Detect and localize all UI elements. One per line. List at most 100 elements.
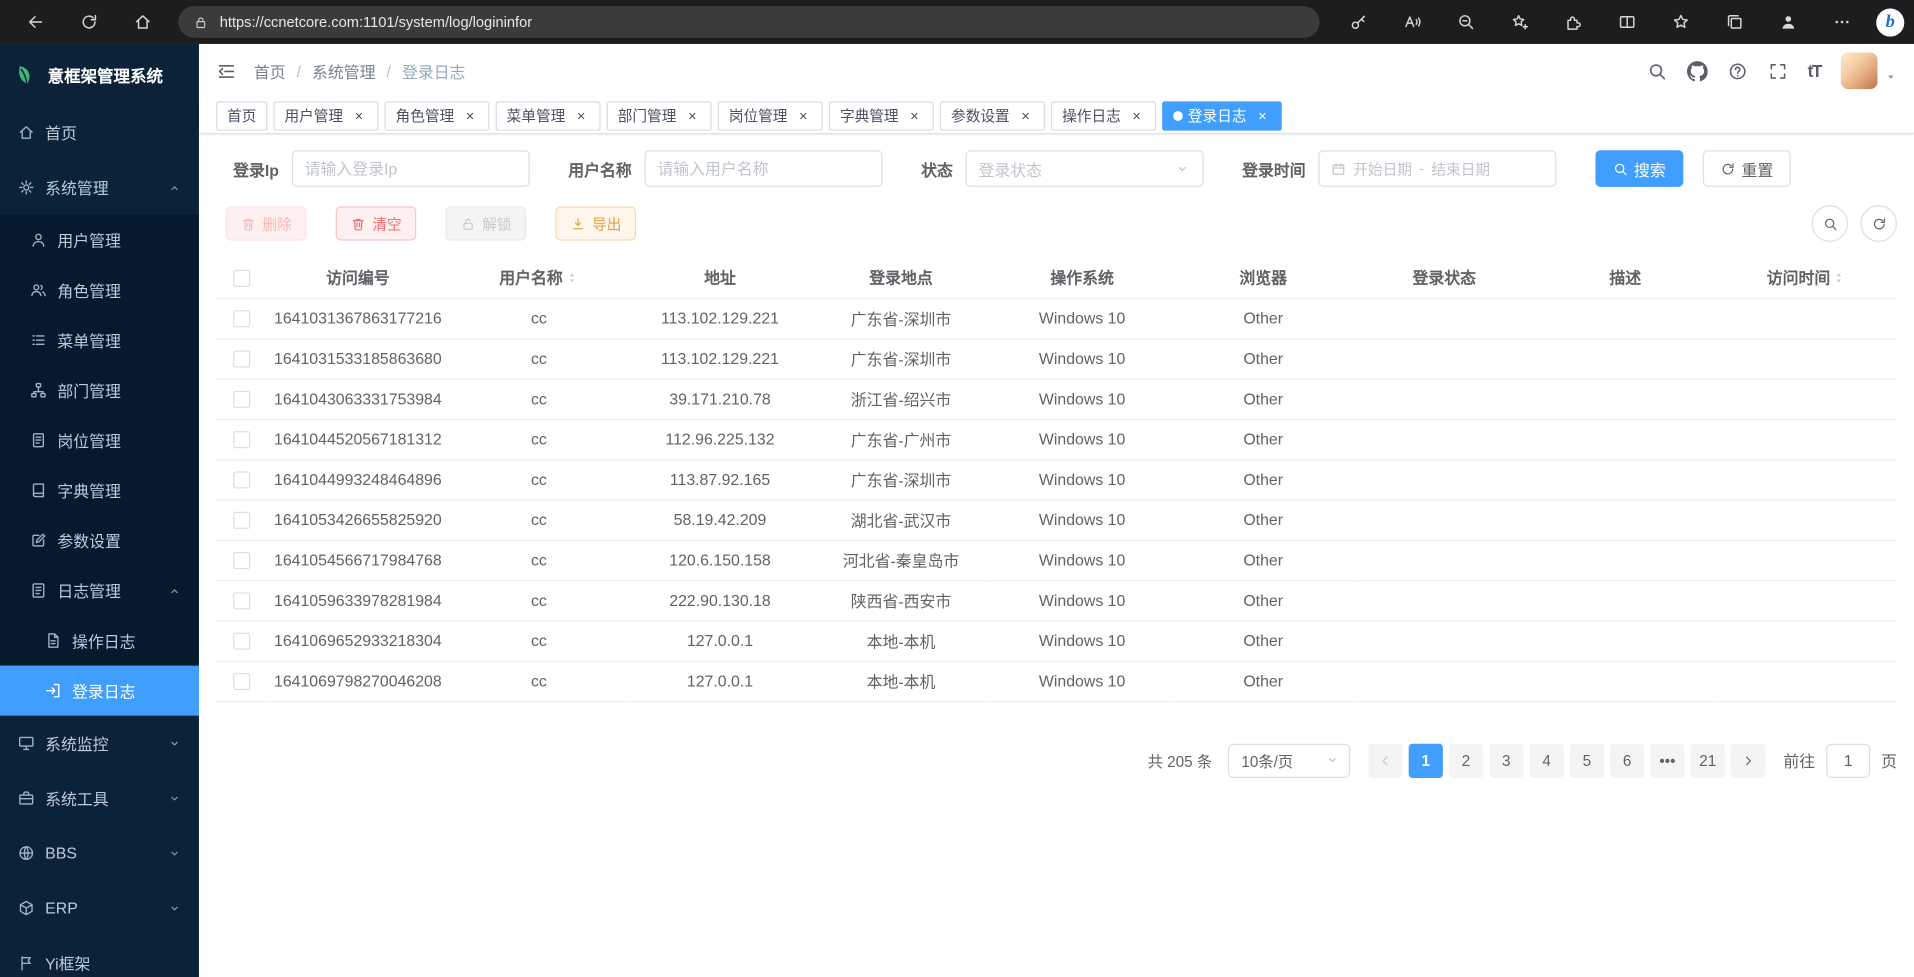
copilot-icon[interactable]: b xyxy=(1876,8,1904,36)
tab-menu-management[interactable]: 菜单管理× xyxy=(496,101,601,130)
close-tab-icon[interactable]: × xyxy=(1128,107,1145,124)
username-input[interactable] xyxy=(644,150,882,187)
sidebar-item-menu-management[interactable]: 菜单管理 xyxy=(0,315,199,365)
site-security-icon[interactable] xyxy=(193,14,209,30)
last-page-button[interactable]: 21 xyxy=(1691,743,1725,777)
refresh-table-button[interactable] xyxy=(1860,205,1897,242)
close-tab-icon[interactable]: × xyxy=(1017,107,1034,124)
profile-icon[interactable] xyxy=(1769,5,1808,39)
sidebar-item-home[interactable]: 首页 xyxy=(0,105,199,160)
row-checkbox[interactable] xyxy=(233,431,250,448)
search-button[interactable]: 搜索 xyxy=(1595,150,1683,187)
export-button[interactable]: 导出 xyxy=(555,206,636,240)
sidebar-item-dict-management[interactable]: 字典管理 xyxy=(0,465,199,515)
sidebar-item-yi-framework[interactable]: Yi框架 xyxy=(0,936,199,977)
add-favorite-icon[interactable] xyxy=(1500,5,1539,39)
tab-home[interactable]: 首页 xyxy=(216,101,267,130)
extensions-icon[interactable] xyxy=(1554,5,1593,39)
tab-post-management[interactable]: 岗位管理× xyxy=(718,101,823,130)
sidebar-item-erp[interactable]: ERP xyxy=(0,881,199,936)
fullscreen-icon[interactable] xyxy=(1767,60,1788,81)
page-button-2[interactable]: 2 xyxy=(1449,743,1483,777)
tab-param-settings[interactable]: 参数设置× xyxy=(940,101,1045,130)
address-bar[interactable]: https://ccnetcore.com:1101/system/log/lo… xyxy=(178,6,1319,38)
github-icon[interactable] xyxy=(1687,60,1708,81)
prev-page-button[interactable] xyxy=(1368,743,1402,777)
sort-icon[interactable] xyxy=(565,271,578,284)
page-button-5[interactable]: 5 xyxy=(1570,743,1604,777)
sidebar-item-login-log[interactable]: 登录日志 xyxy=(0,666,199,716)
row-checkbox[interactable] xyxy=(233,593,250,610)
column-header-time[interactable]: 访问时间 xyxy=(1716,256,1897,298)
sidebar-item-bbs[interactable]: BBS xyxy=(0,826,199,881)
row-checkbox[interactable] xyxy=(233,391,250,408)
reset-button[interactable]: 重置 xyxy=(1702,150,1790,187)
favorites-icon[interactable] xyxy=(1661,5,1700,39)
unlock-button[interactable]: 解锁 xyxy=(446,206,527,240)
font-size-icon[interactable]: tT xyxy=(1808,61,1822,81)
tab-dict-management[interactable]: 字典管理× xyxy=(829,101,934,130)
column-header-user[interactable]: 用户名称 xyxy=(448,256,629,298)
page-button-6[interactable]: 6 xyxy=(1610,743,1644,777)
row-checkbox[interactable] xyxy=(233,311,250,328)
login-ip-input[interactable] xyxy=(291,150,529,187)
split-screen-icon[interactable] xyxy=(1608,5,1647,39)
sidebar-item-role-management[interactable]: 角色管理 xyxy=(0,265,199,315)
close-tab-icon[interactable]: × xyxy=(684,107,701,124)
sidebar-item-system-monitor[interactable]: 系统监控 xyxy=(0,716,199,771)
close-tab-icon[interactable]: × xyxy=(573,107,590,124)
row-checkbox[interactable] xyxy=(233,512,250,529)
close-tab-icon[interactable]: × xyxy=(1254,107,1271,124)
status-select[interactable]: 登录状态 xyxy=(965,150,1203,187)
fold-sidebar-icon[interactable] xyxy=(216,60,237,81)
browser-back-icon[interactable] xyxy=(17,5,54,39)
collections-icon[interactable] xyxy=(1715,5,1754,39)
user-avatar[interactable] xyxy=(1841,53,1878,90)
close-tab-icon[interactable]: × xyxy=(906,107,923,124)
close-tab-icon[interactable]: × xyxy=(795,107,812,124)
tab-user-management[interactable]: 用户管理× xyxy=(273,101,378,130)
tab-operation-log[interactable]: 操作日志× xyxy=(1051,101,1156,130)
sidebar-item-param-settings[interactable]: 参数设置 xyxy=(0,515,199,565)
breadcrumb-item[interactable]: 首页 xyxy=(254,59,286,82)
sidebar-item-log-management[interactable]: 日志管理 xyxy=(0,565,199,615)
select-all-checkbox[interactable] xyxy=(233,269,250,286)
sort-icon[interactable] xyxy=(1833,271,1846,284)
zoom-icon[interactable] xyxy=(1447,5,1486,39)
tab-dept-management[interactable]: 部门管理× xyxy=(607,101,712,130)
more-pages-button[interactable]: ••• xyxy=(1650,743,1684,777)
row-checkbox[interactable] xyxy=(233,552,250,569)
page-button-3[interactable]: 3 xyxy=(1489,743,1523,777)
next-page-button[interactable] xyxy=(1731,743,1765,777)
browser-home-icon[interactable] xyxy=(125,5,162,39)
delete-button[interactable]: 删除 xyxy=(226,206,307,240)
sidebar-item-operation-log[interactable]: 操作日志 xyxy=(0,616,199,666)
tab-role-management[interactable]: 角色管理× xyxy=(385,101,490,130)
close-tab-icon[interactable]: × xyxy=(350,107,367,124)
tab-login-log[interactable]: 登录日志× xyxy=(1162,101,1282,130)
breadcrumb-item[interactable]: 系统管理 xyxy=(312,59,375,82)
row-checkbox[interactable] xyxy=(233,472,250,489)
close-tab-icon[interactable]: × xyxy=(461,107,478,124)
page-button-1[interactable]: 1 xyxy=(1409,743,1443,777)
page-size-select[interactable]: 10条/页 xyxy=(1228,743,1350,777)
page-button-4[interactable]: 4 xyxy=(1529,743,1563,777)
key-icon[interactable] xyxy=(1339,5,1378,39)
sidebar-item-user-management[interactable]: 用户管理 xyxy=(0,215,199,265)
row-checkbox[interactable] xyxy=(233,351,250,368)
more-icon[interactable] xyxy=(1823,5,1862,39)
avatar-caret-icon[interactable] xyxy=(1885,71,1897,83)
toggle-search-button[interactable] xyxy=(1812,205,1849,242)
login-time-range-picker[interactable]: 开始日期 - 结束日期 xyxy=(1318,150,1556,187)
clear-button[interactable]: 清空 xyxy=(336,206,417,240)
sidebar-item-dept-management[interactable]: 部门管理 xyxy=(0,365,199,415)
sidebar-item-post-management[interactable]: 岗位管理 xyxy=(0,415,199,465)
read-aloud-icon[interactable] xyxy=(1393,5,1432,39)
help-icon[interactable] xyxy=(1727,60,1748,81)
sidebar-item-system-tools[interactable]: 系统工具 xyxy=(0,771,199,826)
sidebar-item-system-management[interactable]: 系统管理 xyxy=(0,160,199,215)
row-checkbox[interactable] xyxy=(233,673,250,690)
row-checkbox[interactable] xyxy=(233,633,250,650)
search-icon[interactable] xyxy=(1646,60,1667,81)
browser-refresh-icon[interactable] xyxy=(71,5,108,39)
